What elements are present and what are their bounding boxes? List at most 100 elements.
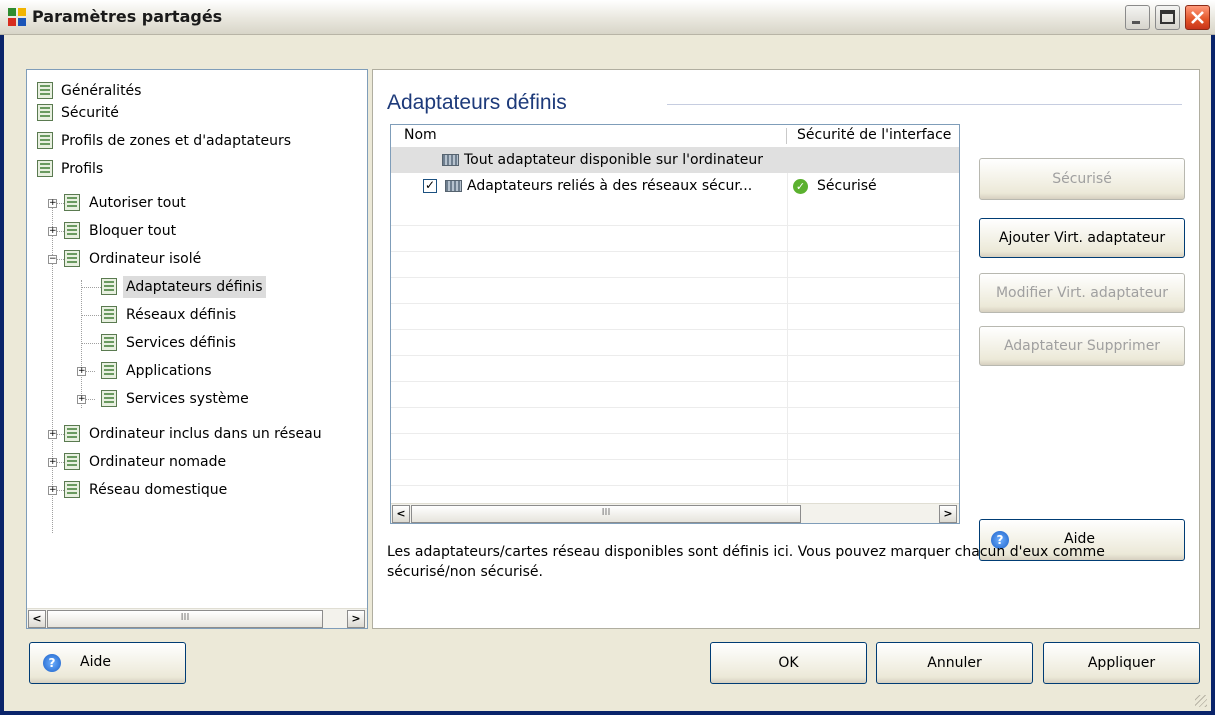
adapter-checkbox[interactable]: ✓	[423, 179, 437, 193]
tree-item-label: Ordinateur nomade	[89, 454, 227, 470]
page-icon	[64, 453, 80, 470]
title-bar[interactable]: Paramètres partagés	[0, 0, 1215, 35]
page-icon	[64, 250, 80, 267]
app-window: Paramètres partagés Généralités Sécurité…	[0, 0, 1215, 715]
page-icon	[101, 278, 117, 295]
window-title: Paramètres partagés	[32, 7, 223, 26]
description-text: Les adaptateurs/cartes réseau disponible…	[387, 544, 1105, 580]
tree-item-label: Ordinateur inclus dans un réseau	[89, 426, 322, 442]
add-virtual-adapter-button[interactable]: Ajouter Virt. adaptateur	[979, 218, 1185, 258]
page-icon	[64, 425, 80, 442]
tree-item-label: Services système	[126, 391, 249, 407]
securise-button[interactable]: Sécurisé	[979, 158, 1185, 200]
list-row[interactable]: Tout adaptateur disponible sur l'ordinat…	[391, 147, 959, 173]
tree-item-label: Adaptateurs définis	[123, 276, 266, 298]
tree-item-label: Applications	[126, 363, 212, 379]
tree-item-label: Profils de zones et d'adaptateurs	[61, 133, 292, 149]
row-gridline	[391, 277, 959, 278]
tree-item-label: Profils	[61, 161, 104, 177]
security-cell: ✓ Sécurisé	[793, 173, 877, 199]
minimize-button[interactable]	[1125, 5, 1150, 30]
apply-button[interactable]: Appliquer	[1043, 642, 1200, 684]
adapter-name: Tout adaptateur disponible sur l'ordinat…	[464, 152, 764, 168]
edit-virtual-adapter-button[interactable]: Modifier Virt. adaptateur	[979, 273, 1185, 313]
row-gridline	[391, 251, 959, 252]
page-icon	[37, 132, 53, 149]
scroll-left-button[interactable]: <	[392, 505, 410, 523]
scroll-thumb[interactable]: III	[47, 610, 323, 628]
close-button[interactable]	[1185, 5, 1210, 30]
ok-button[interactable]: OK	[710, 642, 867, 684]
adapter-name: Adaptateurs reliés à des réseaux sécur..…	[467, 178, 753, 194]
tree-item-label: Réseau domestique	[89, 482, 228, 498]
column-header-nom[interactable]: Nom	[404, 127, 437, 143]
page-icon	[101, 390, 117, 407]
scroll-right-button[interactable]: >	[939, 505, 957, 523]
tree-item-bloquer-tout[interactable]: + Bloquer tout	[37, 220, 287, 242]
tree-item-applications[interactable]: + Applications	[37, 360, 317, 382]
help-icon: ?	[43, 654, 61, 672]
page-icon	[37, 82, 53, 99]
tree-horizontal-scrollbar[interactable]: < III >	[27, 608, 367, 628]
expand-plus-icon[interactable]: +	[48, 458, 57, 467]
page-icon	[101, 334, 117, 351]
column-header-securite[interactable]: Sécurité de l'interface	[797, 127, 959, 143]
tree-item-reseaux-definis[interactable]: Réseaux définis	[37, 304, 317, 326]
expand-plus-icon[interactable]: +	[77, 395, 86, 404]
page-icon	[37, 104, 53, 121]
page-icon	[64, 194, 80, 211]
minimize-icon	[1132, 21, 1140, 24]
tree-item-reseau-domestique[interactable]: + Réseau domestique	[37, 479, 317, 501]
section-divider	[667, 104, 1182, 105]
cancel-button[interactable]: Annuler	[876, 642, 1033, 684]
tree-item-ordinateur-reseau[interactable]: + Ordinateur inclus dans un réseau	[37, 423, 367, 445]
tree-item-services-definis[interactable]: Services définis	[37, 332, 317, 354]
settings-tree[interactable]: Généralités Sécurité Profils de zones et…	[26, 69, 368, 629]
tree-item-label: Services définis	[126, 335, 236, 351]
list-horizontal-scrollbar[interactable]: < III >	[391, 503, 959, 523]
dialog-body: Généralités Sécurité Profils de zones et…	[4, 35, 1211, 711]
row-gridline	[391, 407, 959, 408]
scroll-thumb[interactable]: III	[411, 505, 801, 523]
tree-item-ordinateur-isole[interactable]: − Ordinateur isolé	[37, 248, 287, 270]
tree-item-ordinateur-nomade[interactable]: + Ordinateur nomade	[37, 451, 317, 473]
delete-adapter-button[interactable]: Adaptateur Supprimer	[979, 326, 1185, 366]
page-icon	[101, 362, 117, 379]
tree-item-adaptateurs-definis[interactable]: Adaptateurs définis	[37, 276, 317, 298]
footer-help-label: Aide	[80, 654, 111, 670]
content-panel: Adaptateurs définis Nom Sécurité de l'in…	[372, 69, 1200, 629]
maximize-button[interactable]	[1155, 5, 1180, 30]
tree-item-autoriser-tout[interactable]: + Autoriser tout	[37, 192, 287, 214]
scroll-left-button[interactable]: <	[28, 610, 46, 628]
maximize-icon	[1160, 10, 1175, 24]
page-icon	[64, 222, 80, 239]
adapters-list[interactable]: Nom Sécurité de l'interface Tout adaptat…	[390, 124, 960, 524]
tree-item-label: Réseaux définis	[126, 307, 237, 323]
row-gridline	[391, 381, 959, 382]
security-value: Sécurisé	[817, 178, 877, 194]
tree-item-services-systeme[interactable]: + Services système	[37, 388, 317, 410]
expand-plus-icon[interactable]: +	[77, 367, 86, 376]
avg-logo-icon	[8, 8, 26, 26]
row-gridline	[391, 329, 959, 330]
row-gridline	[391, 355, 959, 356]
row-gridline	[391, 303, 959, 304]
network-adapter-icon	[442, 154, 459, 166]
footer-help-button[interactable]: ? Aide	[29, 642, 186, 684]
expand-plus-icon[interactable]: +	[48, 486, 57, 495]
expand-plus-icon[interactable]: +	[48, 430, 57, 439]
list-header: Nom Sécurité de l'interface	[391, 125, 959, 148]
page-icon	[64, 481, 80, 498]
scroll-right-button[interactable]: >	[347, 610, 365, 628]
collapse-minus-icon[interactable]: −	[48, 255, 57, 264]
network-adapter-icon	[445, 180, 462, 192]
expand-plus-icon[interactable]: +	[48, 227, 57, 236]
page-icon	[101, 306, 117, 323]
tree-item-label: Sécurité	[61, 105, 119, 121]
expand-plus-icon[interactable]: +	[48, 199, 57, 208]
row-gridline	[391, 459, 959, 460]
resize-grip[interactable]	[1195, 695, 1207, 707]
column-gridline	[787, 147, 788, 503]
column-separator[interactable]	[786, 128, 787, 144]
list-row[interactable]: ✓ Adaptateurs reliés à des réseaux sécur.…	[391, 173, 959, 199]
